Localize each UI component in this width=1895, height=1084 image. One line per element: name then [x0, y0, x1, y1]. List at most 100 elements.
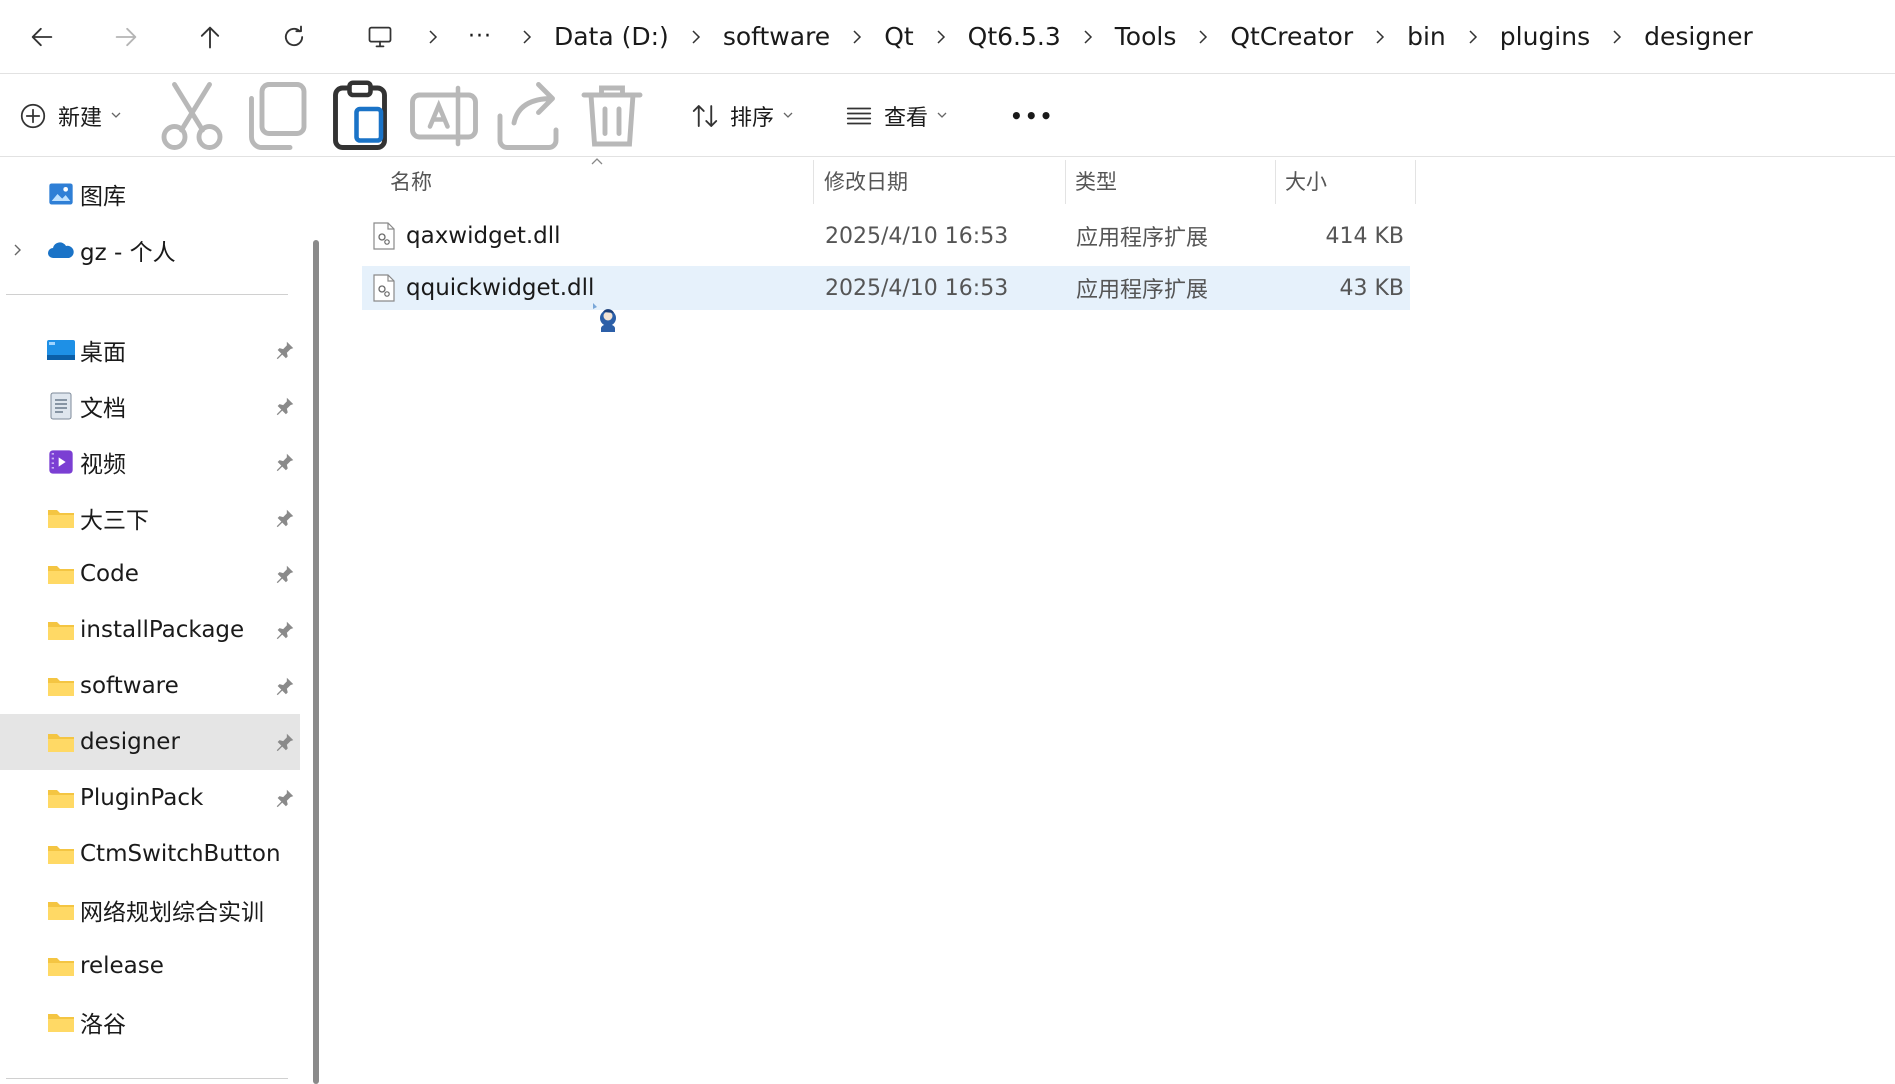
pin-icon: [276, 733, 294, 752]
sidebar-item-gallery[interactable]: 图库: [0, 166, 300, 222]
more-options-button[interactable]: •••: [1004, 86, 1060, 146]
sidebar-item-network-training[interactable]: 网络规划综合实训: [0, 882, 300, 938]
breadcrumb-qtcreator[interactable]: QtCreator: [1228, 22, 1355, 51]
column-header-size[interactable]: 大小: [1285, 158, 1415, 204]
clipboard-icon: [333, 79, 387, 150]
column-header-modified[interactable]: 修改日期: [824, 158, 1064, 204]
view-button[interactable]: 查看: [838, 86, 954, 146]
breadcrumb-designer[interactable]: designer: [1642, 22, 1755, 51]
dll-file-icon: [373, 222, 395, 250]
sort-button[interactable]: 排序: [684, 86, 800, 146]
column-divider[interactable]: [1065, 160, 1066, 204]
breadcrumb-separator[interactable]: [408, 12, 458, 62]
sidebar-item-onedrive[interactable]: gz - 个人: [0, 222, 300, 278]
plus-circle-icon: [20, 103, 46, 128]
column-divider[interactable]: [1415, 160, 1416, 204]
column-header-type[interactable]: 类型: [1075, 158, 1265, 204]
chevron-right-icon: [692, 29, 700, 44]
column-divider[interactable]: [813, 160, 814, 204]
breadcrumb-separator[interactable]: [502, 12, 552, 62]
folder-icon: [46, 559, 76, 589]
refresh-button[interactable]: [252, 5, 336, 69]
breadcrumb-separator[interactable]: [1448, 12, 1498, 62]
scissors-icon: [161, 81, 223, 150]
chevron-right-icon[interactable]: [10, 242, 26, 258]
breadcrumb-qt[interactable]: Qt: [882, 22, 915, 51]
sidebar-item-desktop[interactable]: 桌面: [0, 322, 300, 378]
sidebar-item-label: 文档: [80, 396, 126, 422]
breadcrumb-separator[interactable]: [1063, 12, 1113, 62]
new-button[interactable]: 新建: [12, 86, 128, 146]
folder-icon: [46, 727, 76, 757]
table-row-selected[interactable]: qquickwidget.dll 2025/4/10 16:53 应用程序扩展 …: [362, 266, 1410, 310]
folder-icon: [46, 839, 76, 869]
breadcrumb-separator[interactable]: [1592, 12, 1642, 62]
sidebar-item-release[interactable]: release: [0, 938, 300, 994]
chevron-right-icon: [1199, 29, 1208, 44]
table-row[interactable]: qaxwidget.dll 2025/4/10 16:53 应用程序扩展 414…: [362, 214, 1410, 258]
up-button[interactable]: [168, 5, 252, 69]
paste-button[interactable]: [318, 79, 402, 150]
delete-button[interactable]: [570, 85, 654, 146]
breadcrumb-separator[interactable]: [832, 12, 882, 62]
chevron-right-icon: [1469, 29, 1477, 44]
forward-button[interactable]: [84, 5, 168, 69]
copy-button[interactable]: [234, 81, 318, 150]
sidebar-item-installpackage[interactable]: installPackage: [0, 602, 300, 658]
breadcrumb-separator[interactable]: [1178, 12, 1228, 62]
breadcrumb-software[interactable]: software: [721, 22, 832, 51]
breadcrumb-bin[interactable]: bin: [1405, 22, 1448, 51]
sidebar-item-label: designer: [80, 729, 180, 755]
sidebar-item-ctmswitchbutton[interactable]: CtmSwitchButton: [0, 826, 300, 882]
sidebar-item-label: Code: [80, 561, 139, 587]
column-header-label: 类型: [1075, 170, 1117, 194]
cut-button[interactable]: [150, 81, 234, 150]
this-pc-button[interactable]: [352, 9, 408, 65]
monitor-icon: [368, 26, 392, 47]
rename-button[interactable]: [402, 85, 486, 146]
chevron-right-icon: [1613, 29, 1622, 44]
folder-icon: [46, 671, 76, 701]
arrow-right-icon: [115, 27, 137, 46]
breadcrumb-tools[interactable]: Tools: [1113, 22, 1179, 51]
breadcrumb-more[interactable]: ···: [458, 24, 502, 49]
pin-icon: [276, 397, 294, 416]
sidebar-item-label: 视频: [80, 452, 126, 478]
breadcrumb-separator[interactable]: [916, 12, 966, 62]
sidebar-scrollbar[interactable]: [313, 240, 319, 1084]
copy-icon: [249, 81, 307, 150]
sidebar-item-dasanxia[interactable]: 大三下: [0, 490, 300, 546]
sidebar-item-pluginpack[interactable]: PluginPack: [0, 770, 300, 826]
share-button[interactable]: [486, 81, 570, 150]
sidebar-item-videos[interactable]: 视频: [0, 434, 300, 490]
sidebar-item-documents[interactable]: 文档: [0, 378, 300, 434]
sidebar-item-designer[interactable]: designer: [0, 714, 300, 770]
mouse-cursor-icon: [593, 303, 616, 332]
sidebar-item-label: installPackage: [80, 617, 245, 643]
breadcrumb-qt653[interactable]: Qt6.5.3: [966, 22, 1063, 51]
trash-icon: [581, 85, 643, 146]
breadcrumb: ··· Data (D:) software Qt Qt6.5.3 Tools …: [346, 5, 1755, 69]
file-name: qquickwidget.dll: [406, 275, 595, 301]
arrow-up-icon: [200, 26, 220, 48]
column-divider[interactable]: [1275, 160, 1276, 204]
chevron-right-icon: [1084, 29, 1092, 44]
column-header-label: 名称: [390, 170, 432, 194]
sidebar-item-label: software: [80, 673, 179, 699]
file-type: 应用程序扩展: [1076, 278, 1209, 303]
breadcrumb-plugins[interactable]: plugins: [1498, 22, 1592, 51]
breadcrumb-data-d[interactable]: Data (D:): [552, 22, 671, 51]
sidebar-divider: [6, 1078, 288, 1079]
back-button[interactable]: [0, 5, 84, 69]
column-header-name[interactable]: 名称: [390, 158, 810, 204]
more-dots-icon: •••: [1010, 103, 1055, 128]
breadcrumb-separator[interactable]: [1355, 12, 1405, 62]
sidebar-item-luogu[interactable]: 洛谷: [0, 994, 300, 1050]
sidebar-item-software[interactable]: software: [0, 658, 300, 714]
breadcrumb-separator[interactable]: [671, 12, 721, 62]
sidebar-item-label: PluginPack: [80, 785, 204, 811]
sidebar-item-code[interactable]: Code: [0, 546, 300, 602]
refresh-icon: [284, 25, 304, 46]
dll-file-icon: [373, 274, 395, 302]
sidebar-item-label: 大三下: [80, 508, 149, 534]
